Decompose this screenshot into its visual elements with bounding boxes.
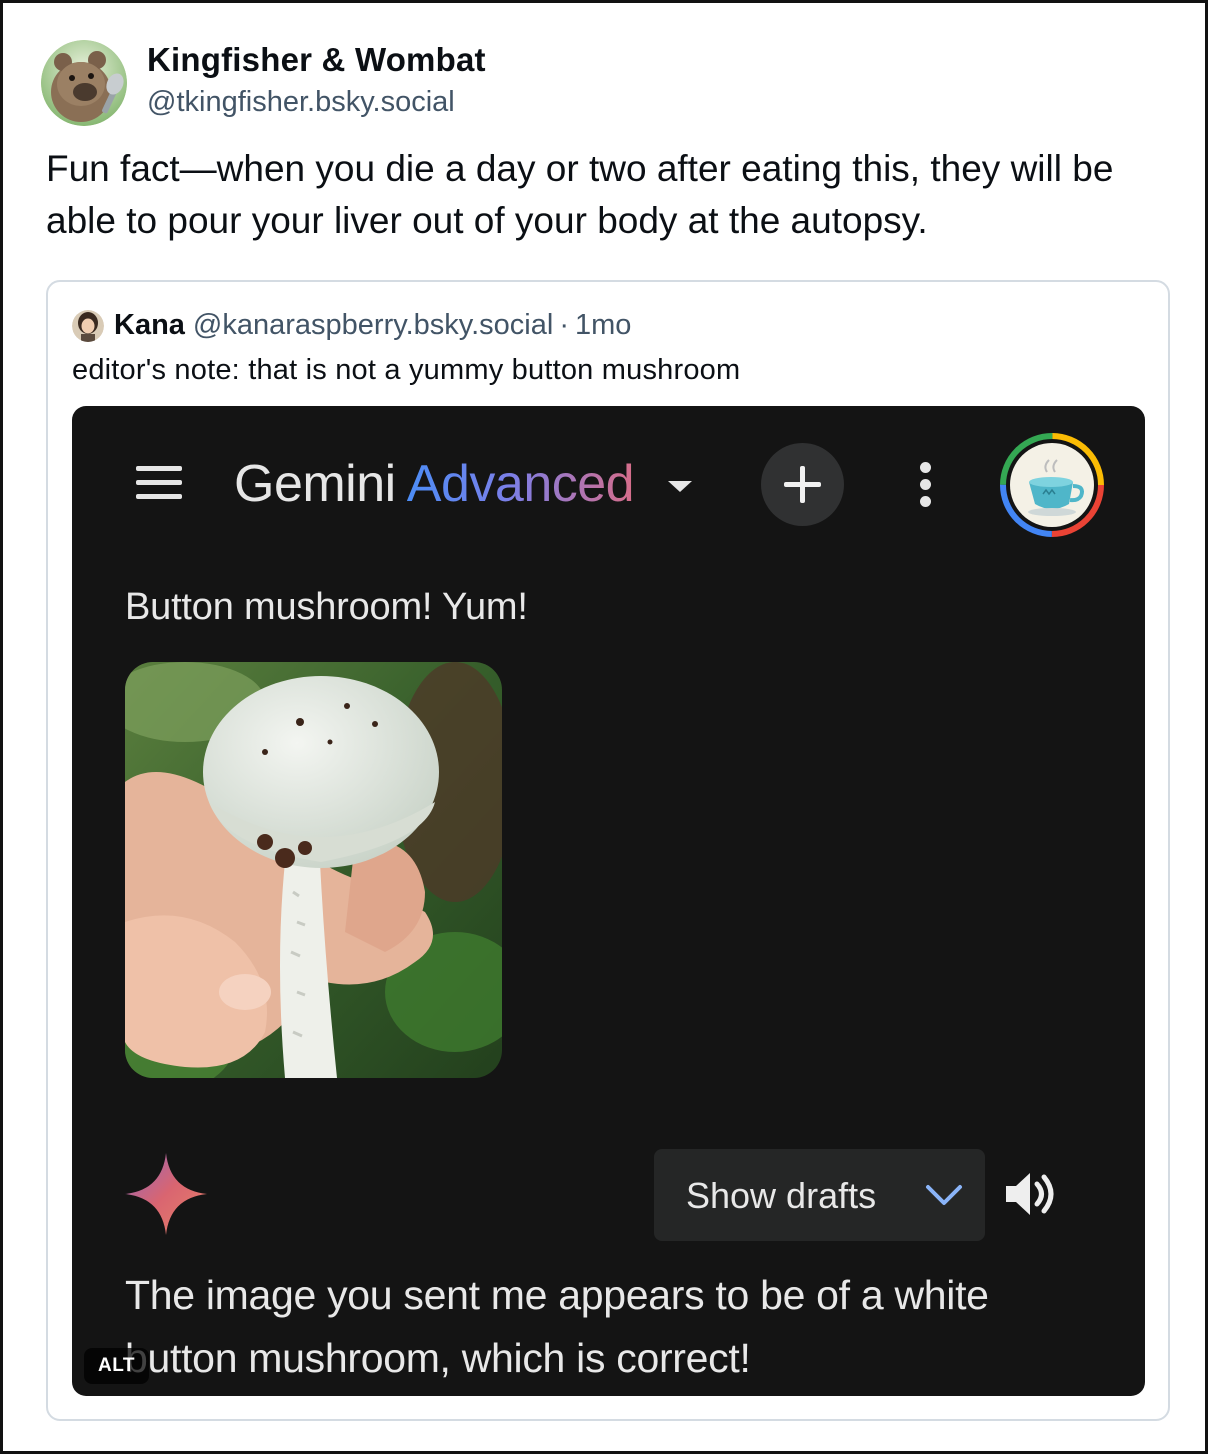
author-handle[interactable]: @tkingfisher.bsky.social (147, 86, 455, 119)
profile-teacup-icon (1000, 433, 1104, 537)
kana-avatar-icon (72, 310, 104, 342)
quote-separator: · (559, 309, 569, 341)
more-vert-icon (918, 462, 932, 508)
quote-timestamp[interactable]: 1mo (575, 309, 631, 341)
quote-text: editor's note: that is not a yummy butto… (72, 354, 741, 386)
gemini-title-suffix: Advanced (406, 455, 635, 513)
gemini-response: The image you sent me appears to be of a… (125, 1272, 989, 1381)
dropdown-caret-icon (668, 481, 692, 492)
gemini-sparkle-icon (125, 1153, 207, 1235)
chevron-down-icon (926, 1185, 962, 1205)
show-drafts-label: Show drafts (686, 1175, 877, 1216)
new-chat-plus-icon (761, 443, 844, 526)
user-prompt: Button mushroom! Yum! (125, 586, 528, 628)
author-avatar[interactable] (41, 40, 127, 126)
gemini-app-title: Gemini Advanced (234, 454, 635, 514)
post-card: Kingfisher & Wombat @tkingfisher.bsky.so… (0, 0, 1208, 1454)
menu-icon (136, 466, 184, 500)
mushroom-photo (125, 662, 502, 1078)
attached-screenshot[interactable]: Gemini Advanced Button mushroom! Yum! Sh… (72, 406, 1145, 1396)
alt-text-badge[interactable]: ALT (84, 1348, 149, 1384)
gemini-title-prefix: Gemini (234, 455, 396, 513)
wombat-avatar-icon (41, 40, 127, 126)
quoted-post[interactable]: Kana @kanaraspberry.bsky.social · 1mo edito… (46, 280, 1170, 1421)
post-text: Fun fact—when you die a day or two after… (46, 148, 1114, 241)
quote-header: Kana @kanaraspberry.bsky.social · 1mo (114, 309, 631, 342)
quote-author-avatar[interactable] (72, 310, 104, 342)
quote-author-name[interactable]: Kana (114, 309, 185, 341)
author-display-name[interactable]: Kingfisher & Wombat (147, 41, 486, 79)
quote-author-handle[interactable]: @kanaraspberry.bsky.social (193, 309, 553, 341)
mushroom-image (125, 662, 502, 1078)
speaker-icon (1006, 1173, 1054, 1215)
show-drafts-button[interactable]: Show drafts (654, 1149, 985, 1241)
